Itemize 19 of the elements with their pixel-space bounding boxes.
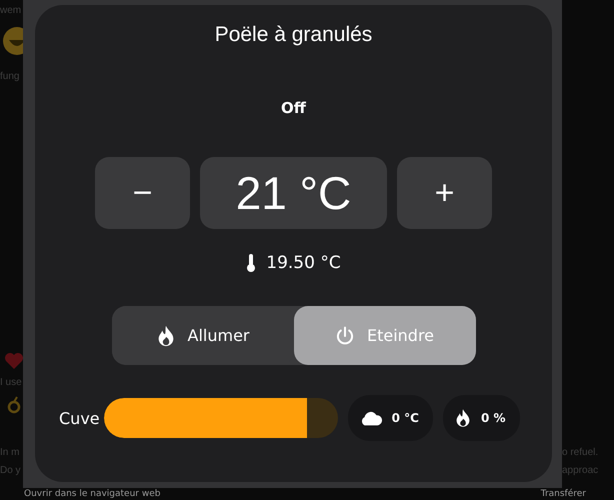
flame-icon — [454, 408, 471, 428]
cloud-icon — [360, 410, 382, 426]
smiley-icon — [2, 26, 23, 56]
tank-label: Cuve — [59, 408, 100, 428]
sensor-chip: 0 °C — [348, 395, 433, 441]
current-temperature: 19.50 °C — [266, 253, 341, 273]
state-label: Off — [281, 99, 306, 117]
heart-icon — [4, 352, 23, 370]
sensor-chip: 0 % — [442, 395, 520, 441]
dialog-title: Poële à granulés — [214, 23, 372, 47]
flame-icon — [156, 324, 176, 346]
open-in-browser-link[interactable]: Ouvrir dans le navigateur web — [24, 488, 160, 500]
ring-icon — [6, 396, 22, 414]
target-temperature: 21 °C — [200, 157, 387, 229]
increase-button[interactable]: + — [397, 157, 492, 229]
power-icon — [334, 324, 355, 346]
share-link[interactable]: Transférer — [540, 488, 586, 500]
decrease-button[interactable]: − — [95, 157, 190, 229]
thermometer-icon — [246, 253, 256, 273]
